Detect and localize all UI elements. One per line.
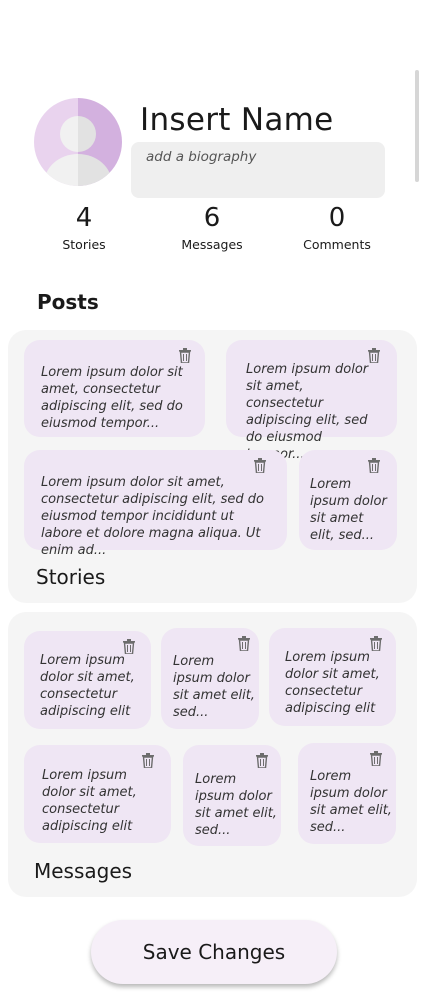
stat-stories: 4 Stories xyxy=(34,204,134,252)
message-card[interactable]: Lorem ipsum dolor sit amet elit, sed... xyxy=(298,743,396,844)
trash-icon[interactable] xyxy=(367,458,381,473)
message-card-text: Lorem ipsum dolor sit amet, consectetur … xyxy=(40,653,135,719)
avatar-head-shape xyxy=(60,116,96,152)
posts-heading: Posts xyxy=(37,290,99,314)
stat-value: 4 xyxy=(75,203,93,233)
stat-messages: 6 Messages xyxy=(162,204,262,252)
story-card-text: Lorem ipsum dolor sit amet, consectetur … xyxy=(41,475,264,558)
message-card[interactable]: Lorem ipsum dolor sit amet, consectetur … xyxy=(24,745,171,843)
avatar[interactable] xyxy=(34,98,122,186)
trash-icon[interactable] xyxy=(369,636,383,651)
messages-panel: Lorem ipsum dolor sit amet, consectetur … xyxy=(8,612,417,897)
stat-comments: 0 Comments xyxy=(287,204,387,252)
story-card-text: Lorem ipsum dolor sit amet, consectetur … xyxy=(41,365,183,431)
story-card-text: Lorem ipsum dolor sit amet, consectetur … xyxy=(246,362,369,462)
story-card[interactable]: Lorem ipsum dolor sit amet, consectetur … xyxy=(24,340,205,437)
message-card[interactable]: Lorem ipsum dolor sit amet elit, sed... xyxy=(161,628,259,729)
trash-icon[interactable] xyxy=(141,753,155,768)
stories-panel-title: Stories xyxy=(36,565,106,589)
bio-input[interactable]: add a biography xyxy=(131,142,385,198)
message-card[interactable]: Lorem ipsum dolor sit amet, consectetur … xyxy=(269,628,396,726)
profile-name[interactable]: Insert Name xyxy=(140,102,334,138)
story-card[interactable]: Lorem ipsum dolor sit amet, consectetur … xyxy=(226,340,397,462)
stat-label: Comments xyxy=(303,237,371,252)
messages-panel-title: Messages xyxy=(34,859,133,883)
trash-icon[interactable] xyxy=(369,751,383,766)
scrollbar[interactable] xyxy=(415,70,419,182)
trash-icon[interactable] xyxy=(237,636,251,651)
stat-label: Stories xyxy=(62,237,106,252)
message-card-text: Lorem ipsum dolor sit amet elit, sed... xyxy=(173,654,255,720)
story-card-text: Lorem ipsum dolor sit amet elit, sed... xyxy=(310,477,387,543)
message-card-text: Lorem ipsum dolor sit amet elit, sed... xyxy=(310,769,392,835)
story-card[interactable]: Lorem ipsum dolor sit amet elit, sed... xyxy=(299,450,397,550)
trash-icon[interactable] xyxy=(178,348,192,363)
message-card-text: Lorem ipsum dolor sit amet, consectetur … xyxy=(42,768,137,834)
stat-label: Messages xyxy=(181,237,243,252)
stat-value: 0 xyxy=(328,203,346,233)
story-card[interactable]: Lorem ipsum dolor sit amet, consectetur … xyxy=(24,450,287,558)
message-card-text: Lorem ipsum dolor sit amet elit, sed... xyxy=(195,772,277,838)
trash-icon[interactable] xyxy=(255,753,269,768)
trash-icon[interactable] xyxy=(253,458,267,473)
stories-panel: Lorem ipsum dolor sit amet, consectetur … xyxy=(8,330,417,603)
trash-icon[interactable] xyxy=(122,639,136,654)
save-changes-button[interactable]: Save Changes xyxy=(91,920,337,984)
message-card[interactable]: Lorem ipsum dolor sit amet, consectetur … xyxy=(24,631,151,729)
stat-value: 6 xyxy=(203,203,221,233)
avatar-body-shape xyxy=(44,154,112,186)
message-card-text: Lorem ipsum dolor sit amet, consectetur … xyxy=(285,650,380,716)
trash-icon[interactable] xyxy=(367,348,381,363)
message-card[interactable]: Lorem ipsum dolor sit amet elit, sed... xyxy=(183,745,281,846)
